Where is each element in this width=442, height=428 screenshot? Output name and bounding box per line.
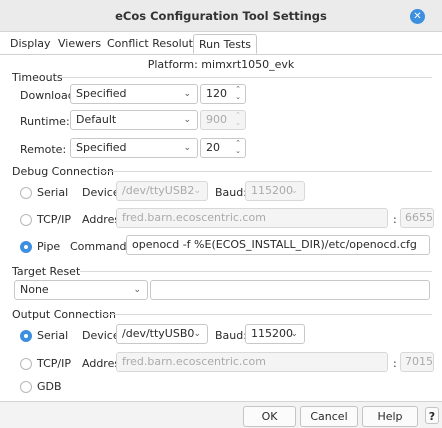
timeouts-section-title: Timeouts [12, 71, 63, 84]
debug-pipe-radio[interactable] [20, 241, 32, 253]
cancel-button[interactable]: Cancel [300, 406, 358, 427]
remote-label: Remote: [20, 143, 67, 156]
download-mode-select[interactable]: Specified ⌄ [70, 84, 198, 104]
debug-baud-select[interactable]: 115200 ⌄ [245, 181, 305, 201]
target-reset-input[interactable] [150, 280, 430, 300]
chevron-down-icon: ⌄ [290, 329, 298, 339]
chevron-down-icon: ⌄ [183, 89, 191, 99]
debug-command-label: Command: [70, 240, 131, 253]
output-port-colon: : [393, 357, 397, 370]
chevron-down-icon: ⌄ [290, 186, 298, 196]
download-timeout-spinner[interactable]: 120 ⌃ ⌄ [200, 84, 246, 104]
debug-serial-label: Serial [37, 186, 69, 199]
target-reset-section-title: Target Reset [12, 265, 81, 278]
debug-device-select[interactable]: /dev/ttyUSB2 ⌄ [116, 181, 208, 201]
close-icon: ✕ [413, 11, 422, 22]
debug-tcpip-label: TCP/IP [37, 213, 71, 226]
output-baud-label: Baud: [215, 329, 247, 342]
help-button[interactable]: Help [362, 406, 418, 427]
spin-arrows-icon[interactable]: ⌃ ⌄ [234, 111, 242, 129]
close-button[interactable]: ✕ [410, 9, 425, 24]
tab-viewers[interactable]: Viewers [58, 34, 101, 54]
debug-port-input[interactable]: 6655 [400, 208, 434, 228]
platform-label: Platform: mimxrt1050_evk [147, 58, 295, 71]
chevron-down-icon: ⌄ [193, 186, 201, 196]
ok-button[interactable]: OK [243, 406, 296, 427]
target-reset-separator [80, 271, 432, 272]
debug-pipe-label: Pipe [37, 240, 61, 253]
target-reset-mode-select[interactable]: None ⌄ [14, 280, 148, 300]
debug-address-input[interactable]: fred.barn.ecoscentric.com [116, 208, 388, 228]
debug-connection-section-title: Debug Connection [12, 165, 114, 178]
debug-connection-separator [100, 171, 432, 172]
remote-mode-select[interactable]: Specified ⌄ [70, 138, 198, 158]
debug-command-input[interactable]: openocd -f %E(ECOS_INSTALL_DIR)/etc/open… [126, 235, 430, 255]
debug-tcpip-radio[interactable] [20, 214, 32, 226]
output-serial-radio[interactable] [20, 330, 32, 342]
tab-display[interactable]: Display [10, 34, 51, 54]
tab-run-tests[interactable]: Run Tests [193, 34, 257, 54]
debug-port-colon: : [393, 213, 397, 226]
output-tcpip-label: TCP/IP [37, 357, 71, 370]
chevron-down-icon: ⌄ [183, 143, 191, 153]
output-tcpip-radio[interactable] [20, 358, 32, 370]
runtime-label: Runtime: [20, 115, 70, 128]
spin-arrows-icon[interactable]: ⌃ ⌄ [234, 85, 242, 103]
output-connection-separator [103, 314, 432, 315]
runtime-timeout-spinner[interactable]: 900 ⌃ ⌄ [200, 110, 246, 130]
remote-timeout-spinner[interactable]: 20 ⌃ ⌄ [200, 138, 246, 158]
output-connection-section-title: Output Connection [12, 308, 116, 321]
output-serial-label: Serial [37, 329, 69, 342]
chevron-down-icon: ⌄ [183, 115, 191, 125]
chevron-down-icon: ⌄ [193, 329, 201, 339]
debug-baud-label: Baud: [215, 186, 247, 199]
whats-this-button[interactable]: ? [425, 407, 439, 424]
chevron-down-icon: ⌄ [133, 285, 141, 295]
output-gdb-radio[interactable] [20, 381, 32, 393]
spin-arrows-icon[interactable]: ⌃ ⌄ [234, 139, 242, 157]
output-device-select[interactable]: /dev/ttyUSB0 ⌄ [116, 324, 208, 344]
output-gdb-label: GDB [37, 380, 62, 393]
output-port-input[interactable]: 7015 [400, 352, 434, 372]
timeouts-separator [60, 77, 432, 78]
output-address-input[interactable]: fred.barn.ecoscentric.com [116, 352, 388, 372]
debug-serial-radio[interactable] [20, 187, 32, 199]
runtime-mode-select[interactable]: Default ⌄ [70, 110, 198, 130]
window-title: eCos Configuration Tool Settings [115, 9, 327, 23]
output-baud-select[interactable]: 115200 ⌄ [245, 324, 305, 344]
